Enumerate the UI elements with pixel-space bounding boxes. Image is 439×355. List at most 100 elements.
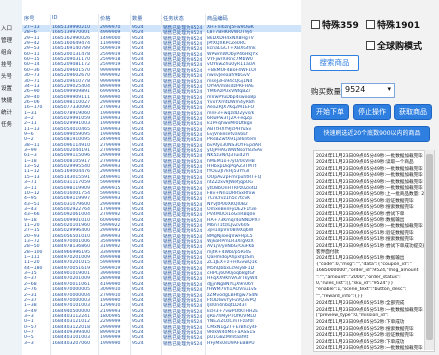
table-cell: 1685169140789: [52, 46, 90, 52]
table-cell: 1685069119997: [52, 196, 90, 202]
column-header[interactable]: 商品编码: [207, 15, 228, 22]
start-order-button[interactable]: 开始下单: [311, 104, 349, 120]
table-cell: 3~3: [24, 340, 34, 346]
table-cell: 1685002922764: [52, 206, 90, 212]
table-cell: 6999990: [100, 94, 121, 100]
table-cell: 9524: [132, 164, 144, 170]
table-cell: 4999998: [100, 255, 121, 261]
search-products-button[interactable]: 搜索商品: [310, 55, 359, 71]
table-cell: 1684940500000: [52, 308, 90, 314]
sidebar-item[interactable]: 任务: [1, 120, 22, 130]
column-header[interactable]: 价格: [100, 15, 110, 22]
checkbox-box[interactable]: [311, 20, 320, 29]
log-output[interactable]: 2024年11月23日09点05分49秒:一批数据加载完毕 2024年11月23日…: [313, 150, 435, 352]
table-cell: 44~180: [24, 265, 43, 271]
special1901-checkbox[interactable]: 特殊1901: [366, 18, 420, 31]
table-cell: iJRo7hMyPTOfK/VMLU: [207, 313, 257, 319]
sidebar-item[interactable]: 组合: [1, 48, 22, 58]
log-line: 2024年11月23日09点05分52秒:一批数据加载完毕: [316, 346, 423, 351]
table-cell: 9524: [132, 255, 144, 261]
table-cell: MbnT1tz/LJvZv60S: [207, 222, 250, 228]
checkbox-box[interactable]: [366, 41, 375, 50]
table-cell: 2499994: [100, 137, 121, 143]
table-cell: 9524: [132, 67, 144, 73]
checkbox-box[interactable]: [366, 20, 375, 29]
table-cell: F8v+Nn1DRRSxRfxw: [207, 190, 256, 196]
table-cell: 9524: [132, 222, 144, 228]
table-cell: 2999999: [100, 99, 121, 105]
table-cell: 9524: [132, 121, 144, 127]
table-cell: HFqXX9KhVA3rTkyW4: [207, 276, 258, 282]
table-cell: 8kDXDH4xNX8HgTV: [207, 35, 254, 41]
table-cell: 11~13: [24, 126, 40, 132]
table-cell: 4~95: [24, 196, 37, 202]
table-cell: L8T7BHKRVWOT9j4: [207, 30, 252, 36]
column-header[interactable]: 数量: [132, 15, 142, 22]
table-cell: yOjPHAGWWNsoY83SAv: [207, 148, 263, 154]
sidebar-item[interactable]: 统计: [1, 108, 22, 118]
stop-button[interactable]: 停止操作: [353, 104, 391, 120]
log-scrollbar[interactable]: [424, 150, 434, 350]
table-cell: 3999915: [100, 185, 121, 191]
table-cell: HA+73Kmqr4oNNDPXT: [207, 217, 261, 223]
table-cell: 1684403122018: [52, 324, 90, 330]
table-cell: 5999999: [100, 260, 121, 266]
fast-refresh-button[interactable]: 快速刷选近20个底数900以内的商品: [314, 126, 430, 142]
left-sidebar: 入口管理组合挂号头号设置快捷统计任务: [0, 0, 23, 355]
table-cell: 1685002044191: [52, 148, 90, 154]
table-cell: 9524: [132, 201, 144, 207]
table-cell: 1684970051619: [52, 265, 90, 271]
get-products-button[interactable]: 获取商品: [394, 104, 432, 120]
table-cell: 1685029996400: [52, 228, 90, 234]
table-cell: 9524: [132, 244, 144, 250]
table-cell: YM6AzPUxVNfqBZr: [207, 89, 251, 95]
log-line: 1685000000","order_id":9524,"msg_amount: [316, 268, 419, 274]
table-cell: 9524: [132, 329, 144, 335]
column-header[interactable]: ID: [52, 15, 58, 21]
table-cell: 1685139970001: [52, 30, 90, 36]
global-mode-checkbox[interactable]: 全球购模式: [366, 39, 422, 52]
table-cell: 3~15: [24, 271, 37, 277]
table-cell: 1684970011061: [52, 281, 90, 287]
table-cell: 1684978136860: [52, 244, 90, 250]
table-cell: 1299910: [100, 303, 121, 309]
table-cell: 9524: [132, 233, 144, 239]
sidebar-item[interactable]: 管理: [1, 36, 22, 46]
table-cell: 3~2: [24, 115, 34, 121]
column-header[interactable]: 任务状态: [163, 15, 184, 22]
sidebar-item[interactable]: 快捷: [1, 96, 22, 106]
table-cell: kcnaLGCT+XBXGfmk: [207, 46, 256, 52]
table-cell: 1684970201009: [52, 255, 90, 261]
column-header[interactable]: 序号: [24, 15, 34, 22]
table-cell: NYvJtP00XKQI0B2: [207, 201, 248, 207]
table-cell: 6099990: [100, 217, 121, 223]
table-cell: 60~36: [24, 67, 40, 73]
sidebar-item[interactable]: 入口: [1, 24, 22, 34]
table-cell: 2~68: [24, 281, 37, 287]
table-cell: 2199993: [100, 308, 121, 314]
table-cell: 9524: [132, 89, 144, 95]
quantity-select[interactable]: 9524 ▾: [341, 83, 395, 98]
log-line: 2024年11月23日09点05分52秒:下单成功: [316, 339, 405, 345]
table-cell: WjkoRPmLR3Xrg9zX: [207, 239, 254, 244]
table-cell: 1685099059095: [52, 132, 90, 137]
log-line: 2024年11月23日09点05分49秒:一批数据加载完毕: [316, 179, 423, 185]
table-cell: 9524: [132, 281, 144, 287]
table-cell: 9524: [132, 41, 144, 47]
table-cell: 5999993: [100, 196, 121, 202]
sidebar-item[interactable]: 头号: [1, 72, 22, 82]
table-cell: 1685056501010: [52, 233, 90, 239]
sidebar-item[interactable]: 挂号: [1, 60, 22, 70]
table-cell: 1999990: [100, 340, 121, 346]
table-cell: 1684970201015: [52, 260, 90, 266]
table-cell: 1685209602670: [52, 73, 90, 79]
table-cell: 2599918: [100, 57, 121, 63]
table-cell: 1685209081172: [52, 62, 90, 68]
sidebar-item[interactable]: 设置: [1, 84, 22, 94]
table-cell: dJjjnNg8NYLjX9n06Y: [207, 281, 254, 287]
table-cell: 38~11: [24, 142, 40, 148]
special359-checkbox[interactable]: 特殊359: [311, 18, 359, 31]
table-cell: 9~6: [24, 132, 34, 137]
log-scrollbar-thumb[interactable]: [426, 154, 433, 340]
table-cell: 9524: [132, 324, 144, 330]
